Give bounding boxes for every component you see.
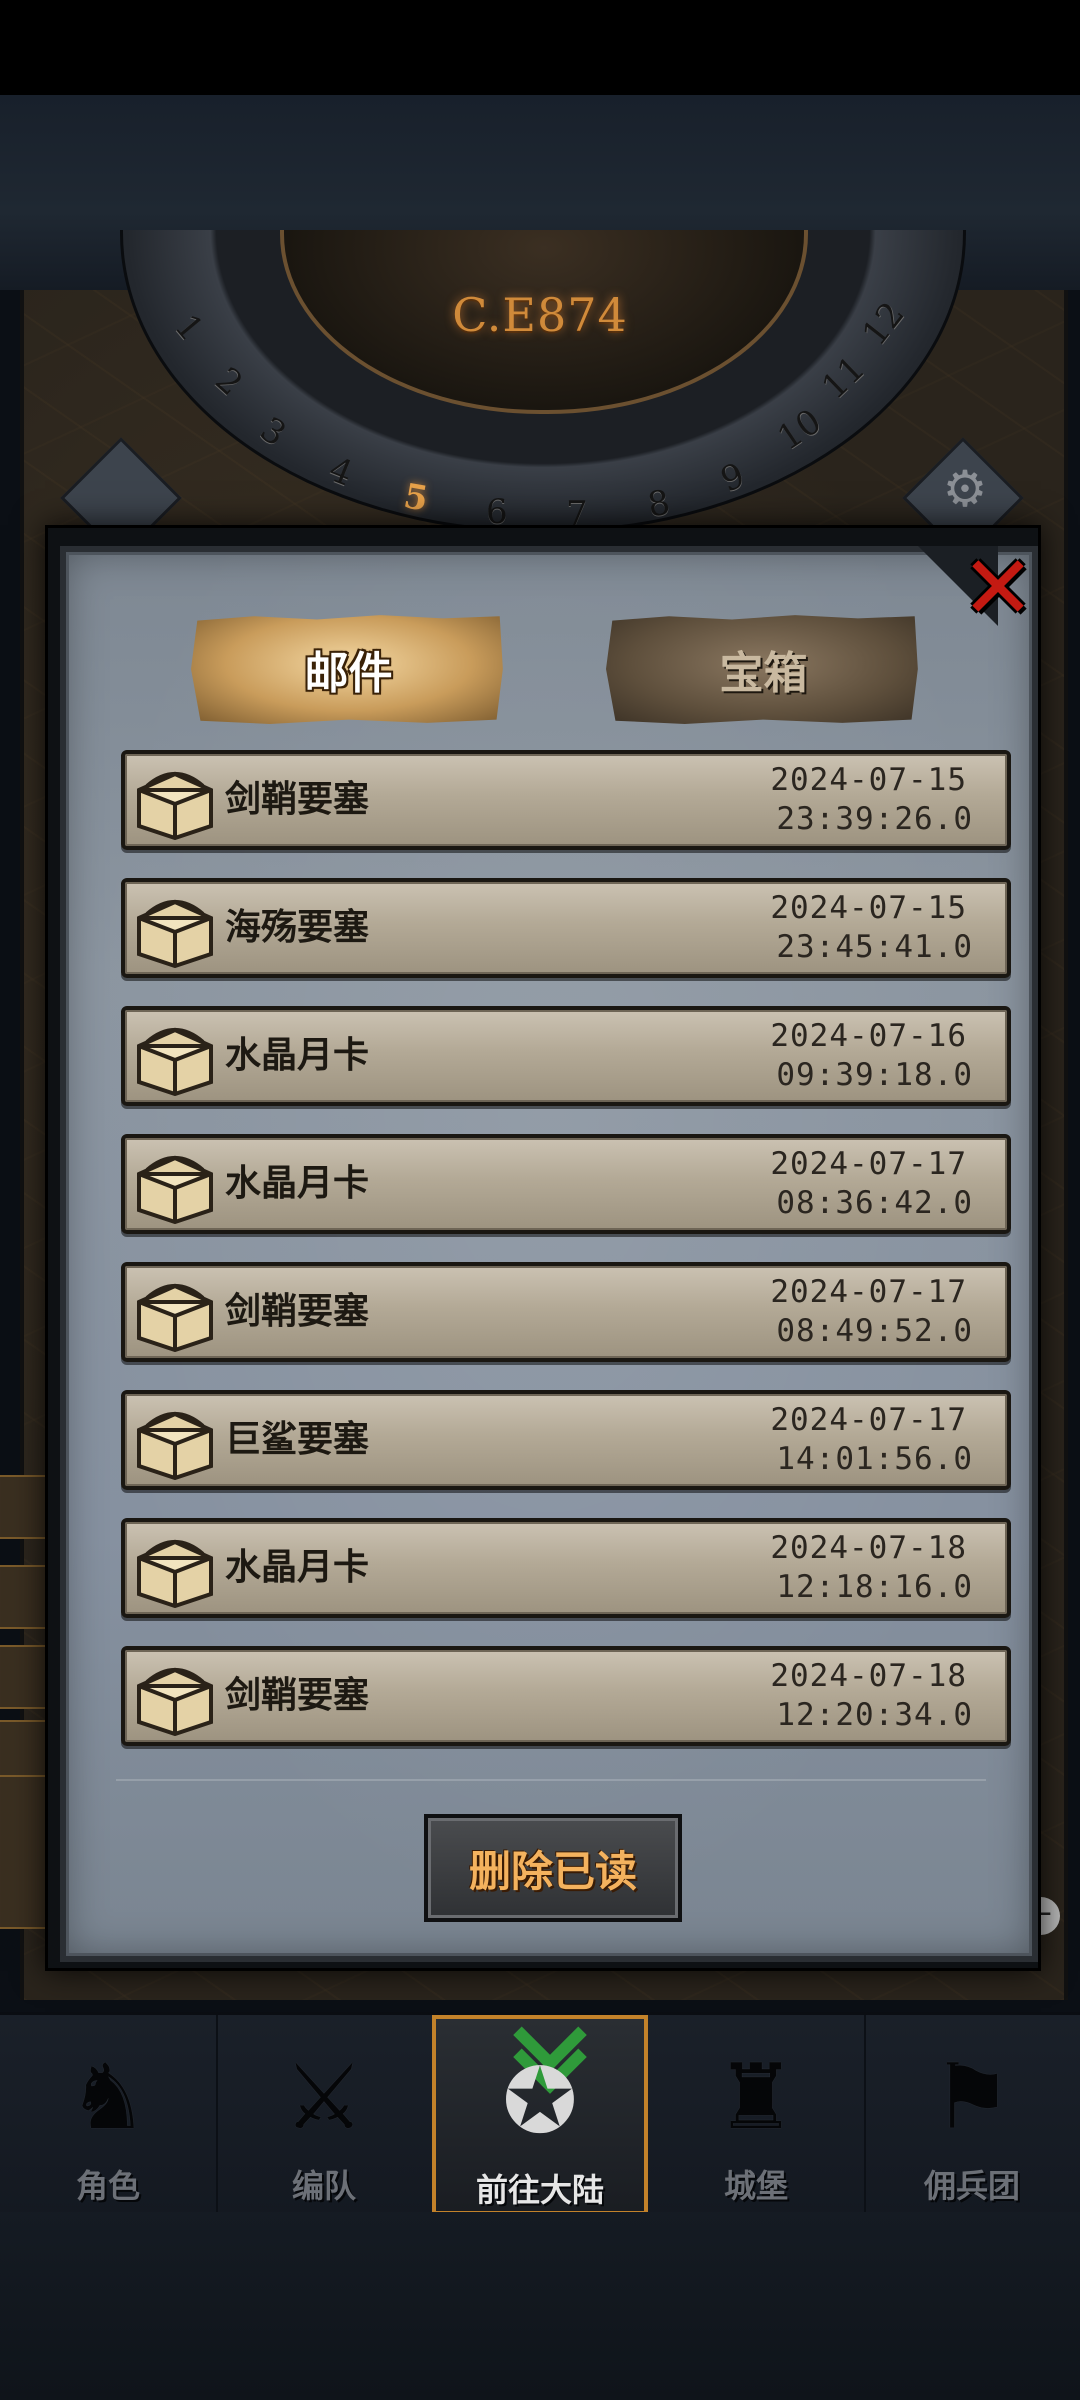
mercenary-icon: ⚑ [931, 2045, 1013, 2150]
formation-icon: ⚔ [283, 2045, 365, 2150]
nav-label-castle: 城堡 [723, 2167, 788, 2205]
lower-background [0, 2212, 1080, 2400]
nav-item-character[interactable]: ♞ 角色 [0, 2015, 218, 2215]
mail-item[interactable]: 水晶月卡 2024-07-16 09:39:18.0 [121, 1006, 1011, 1106]
mail-title: 剑鞘要塞 [225, 779, 370, 820]
mail-item[interactable]: 水晶月卡 2024-07-17 08:36:42.0 [121, 1134, 1011, 1234]
side-widget-card[interactable] [0, 1565, 48, 1629]
mail-time: 09:39:18.0 [776, 1057, 973, 1093]
gear-icon: ⚙ [942, 460, 988, 518]
castle-icon: ♜ [715, 2045, 797, 2150]
mail-item[interactable]: 海殇要塞 2024-07-15 23:45:41.0 [121, 878, 1011, 978]
chest-icon [133, 1144, 217, 1225]
mail-item[interactable]: 剑鞘要塞 2024-07-17 08:49:52.0 [121, 1262, 1011, 1362]
mail-time: 14:01:56.0 [776, 1441, 973, 1477]
tab-mail[interactable]: 邮件 [191, 615, 503, 724]
mail-dialog-panel: 邮件 宝箱 剑鞘要塞 2024-07-15 23:39:26.0 海殇要塞 2024-0… [60, 546, 1038, 1962]
mail-title: 水晶月卡 [225, 1163, 370, 1204]
compass-icon: ✪ [502, 2049, 578, 2154]
side-widget-portrait[interactable] [0, 1775, 48, 1929]
chest-icon [133, 1656, 217, 1737]
calendar-month-2: 2 [207, 359, 251, 405]
mail-item[interactable]: 剑鞘要塞 2024-07-15 23:39:26.0 [121, 750, 1011, 850]
mail-date: 2024-07-18 [770, 1530, 967, 1566]
mail-time: 08:36:42.0 [776, 1185, 973, 1221]
nav-item-castle[interactable]: ♜ 城堡 [648, 2015, 866, 2215]
mail-date: 2024-07-15 [770, 762, 967, 798]
close-button[interactable]: ✕ [953, 543, 1043, 633]
calendar-month-10: 10 [770, 401, 829, 459]
mail-title: 海殇要塞 [225, 907, 370, 948]
mail-date: 2024-07-17 [770, 1146, 967, 1182]
calendar-month-1: 1 [166, 306, 212, 350]
close-x-icon: ✕ [961, 536, 1035, 639]
calendar-month-12: 12 [854, 294, 913, 354]
nav-item-formation[interactable]: ⚔ 编队 [216, 2015, 434, 2215]
mail-item[interactable]: 剑鞘要塞 2024-07-18 12:20:34.0 [121, 1646, 1011, 1746]
mail-item[interactable]: 巨鲨要塞 2024-07-17 14:01:56.0 [121, 1390, 1011, 1490]
bottom-navigation: ♞ 角色 ⚔ 编队 ✪ 前往大陆 ♜ 城堡 ⚑ 佣兵团 [0, 1998, 1080, 2215]
mail-time: 12:20:34.0 [776, 1697, 973, 1733]
nav-item-mercenary[interactable]: ⚑ 佣兵团 [864, 2015, 1080, 2215]
mail-title: 水晶月卡 [225, 1547, 370, 1588]
nav-label-character: 角色 [75, 2167, 140, 2205]
chest-icon [133, 888, 217, 969]
calendar-month-9: 9 [715, 455, 751, 501]
mail-title: 剑鞘要塞 [225, 1291, 370, 1332]
mail-item[interactable]: 水晶月卡 2024-07-18 12:18:16.0 [121, 1518, 1011, 1618]
mail-date: 2024-07-15 [770, 890, 967, 926]
chest-icon [133, 760, 217, 841]
mail-date: 2024-07-17 [770, 1274, 967, 1310]
calendar-month-5-current: 5 [400, 476, 431, 520]
mail-date: 2024-07-16 [770, 1018, 967, 1054]
left-side-widgets [0, 1475, 48, 1935]
chest-icon [133, 1528, 217, 1609]
tab-chest-label: 宝箱 [719, 648, 808, 699]
delete-read-label: 删除已读 [468, 1846, 637, 1896]
mail-time: 23:39:26.0 [776, 801, 973, 837]
chest-icon [133, 1272, 217, 1353]
chest-icon [133, 1016, 217, 1097]
side-widget-target[interactable] [0, 1645, 48, 1709]
mail-time: 08:49:52.0 [776, 1313, 973, 1349]
mail-list: 剑鞘要塞 2024-07-15 23:39:26.0 海殇要塞 2024-07-15 23… [121, 750, 1011, 1774]
mail-date: 2024-07-18 [770, 1658, 967, 1694]
knight-icon: ♞ [67, 2045, 149, 2150]
list-divider [116, 1779, 986, 1781]
calendar-month-8: 8 [644, 482, 673, 526]
calendar-month-11: 11 [814, 348, 874, 408]
mail-time: 23:45:41.0 [776, 929, 973, 965]
delete-read-button[interactable]: 删除已读 [424, 1814, 682, 1922]
nav-label-continent: 前往大陆 [475, 2171, 604, 2209]
nav-item-continent[interactable]: ✪ 前往大陆 [432, 1998, 648, 2215]
tab-mail-label: 邮件 [304, 648, 393, 699]
calendar-month-ring: 1 2 3 4 5 6 7 8 9 10 11 12 [0, 0, 1080, 560]
mail-title: 剑鞘要塞 [225, 1675, 370, 1716]
calendar-month-3: 3 [252, 409, 293, 455]
mail-dialog: 邮件 宝箱 剑鞘要塞 2024-07-15 23:39:26.0 海殇要塞 2024-0… [45, 525, 1041, 1971]
mail-time: 12:18:16.0 [776, 1569, 973, 1605]
chest-icon [133, 1400, 217, 1481]
calendar-month-4: 4 [323, 449, 359, 495]
mail-title: 水晶月卡 [225, 1035, 370, 1076]
nav-label-mercenary: 佣兵团 [923, 2167, 1020, 2205]
mail-date: 2024-07-17 [770, 1402, 967, 1438]
mail-title: 巨鲨要塞 [225, 1419, 370, 1460]
nav-label-formation: 编队 [291, 2167, 356, 2205]
tab-chest[interactable]: 宝箱 [606, 615, 918, 724]
side-widget-scroll[interactable] [0, 1475, 48, 1539]
